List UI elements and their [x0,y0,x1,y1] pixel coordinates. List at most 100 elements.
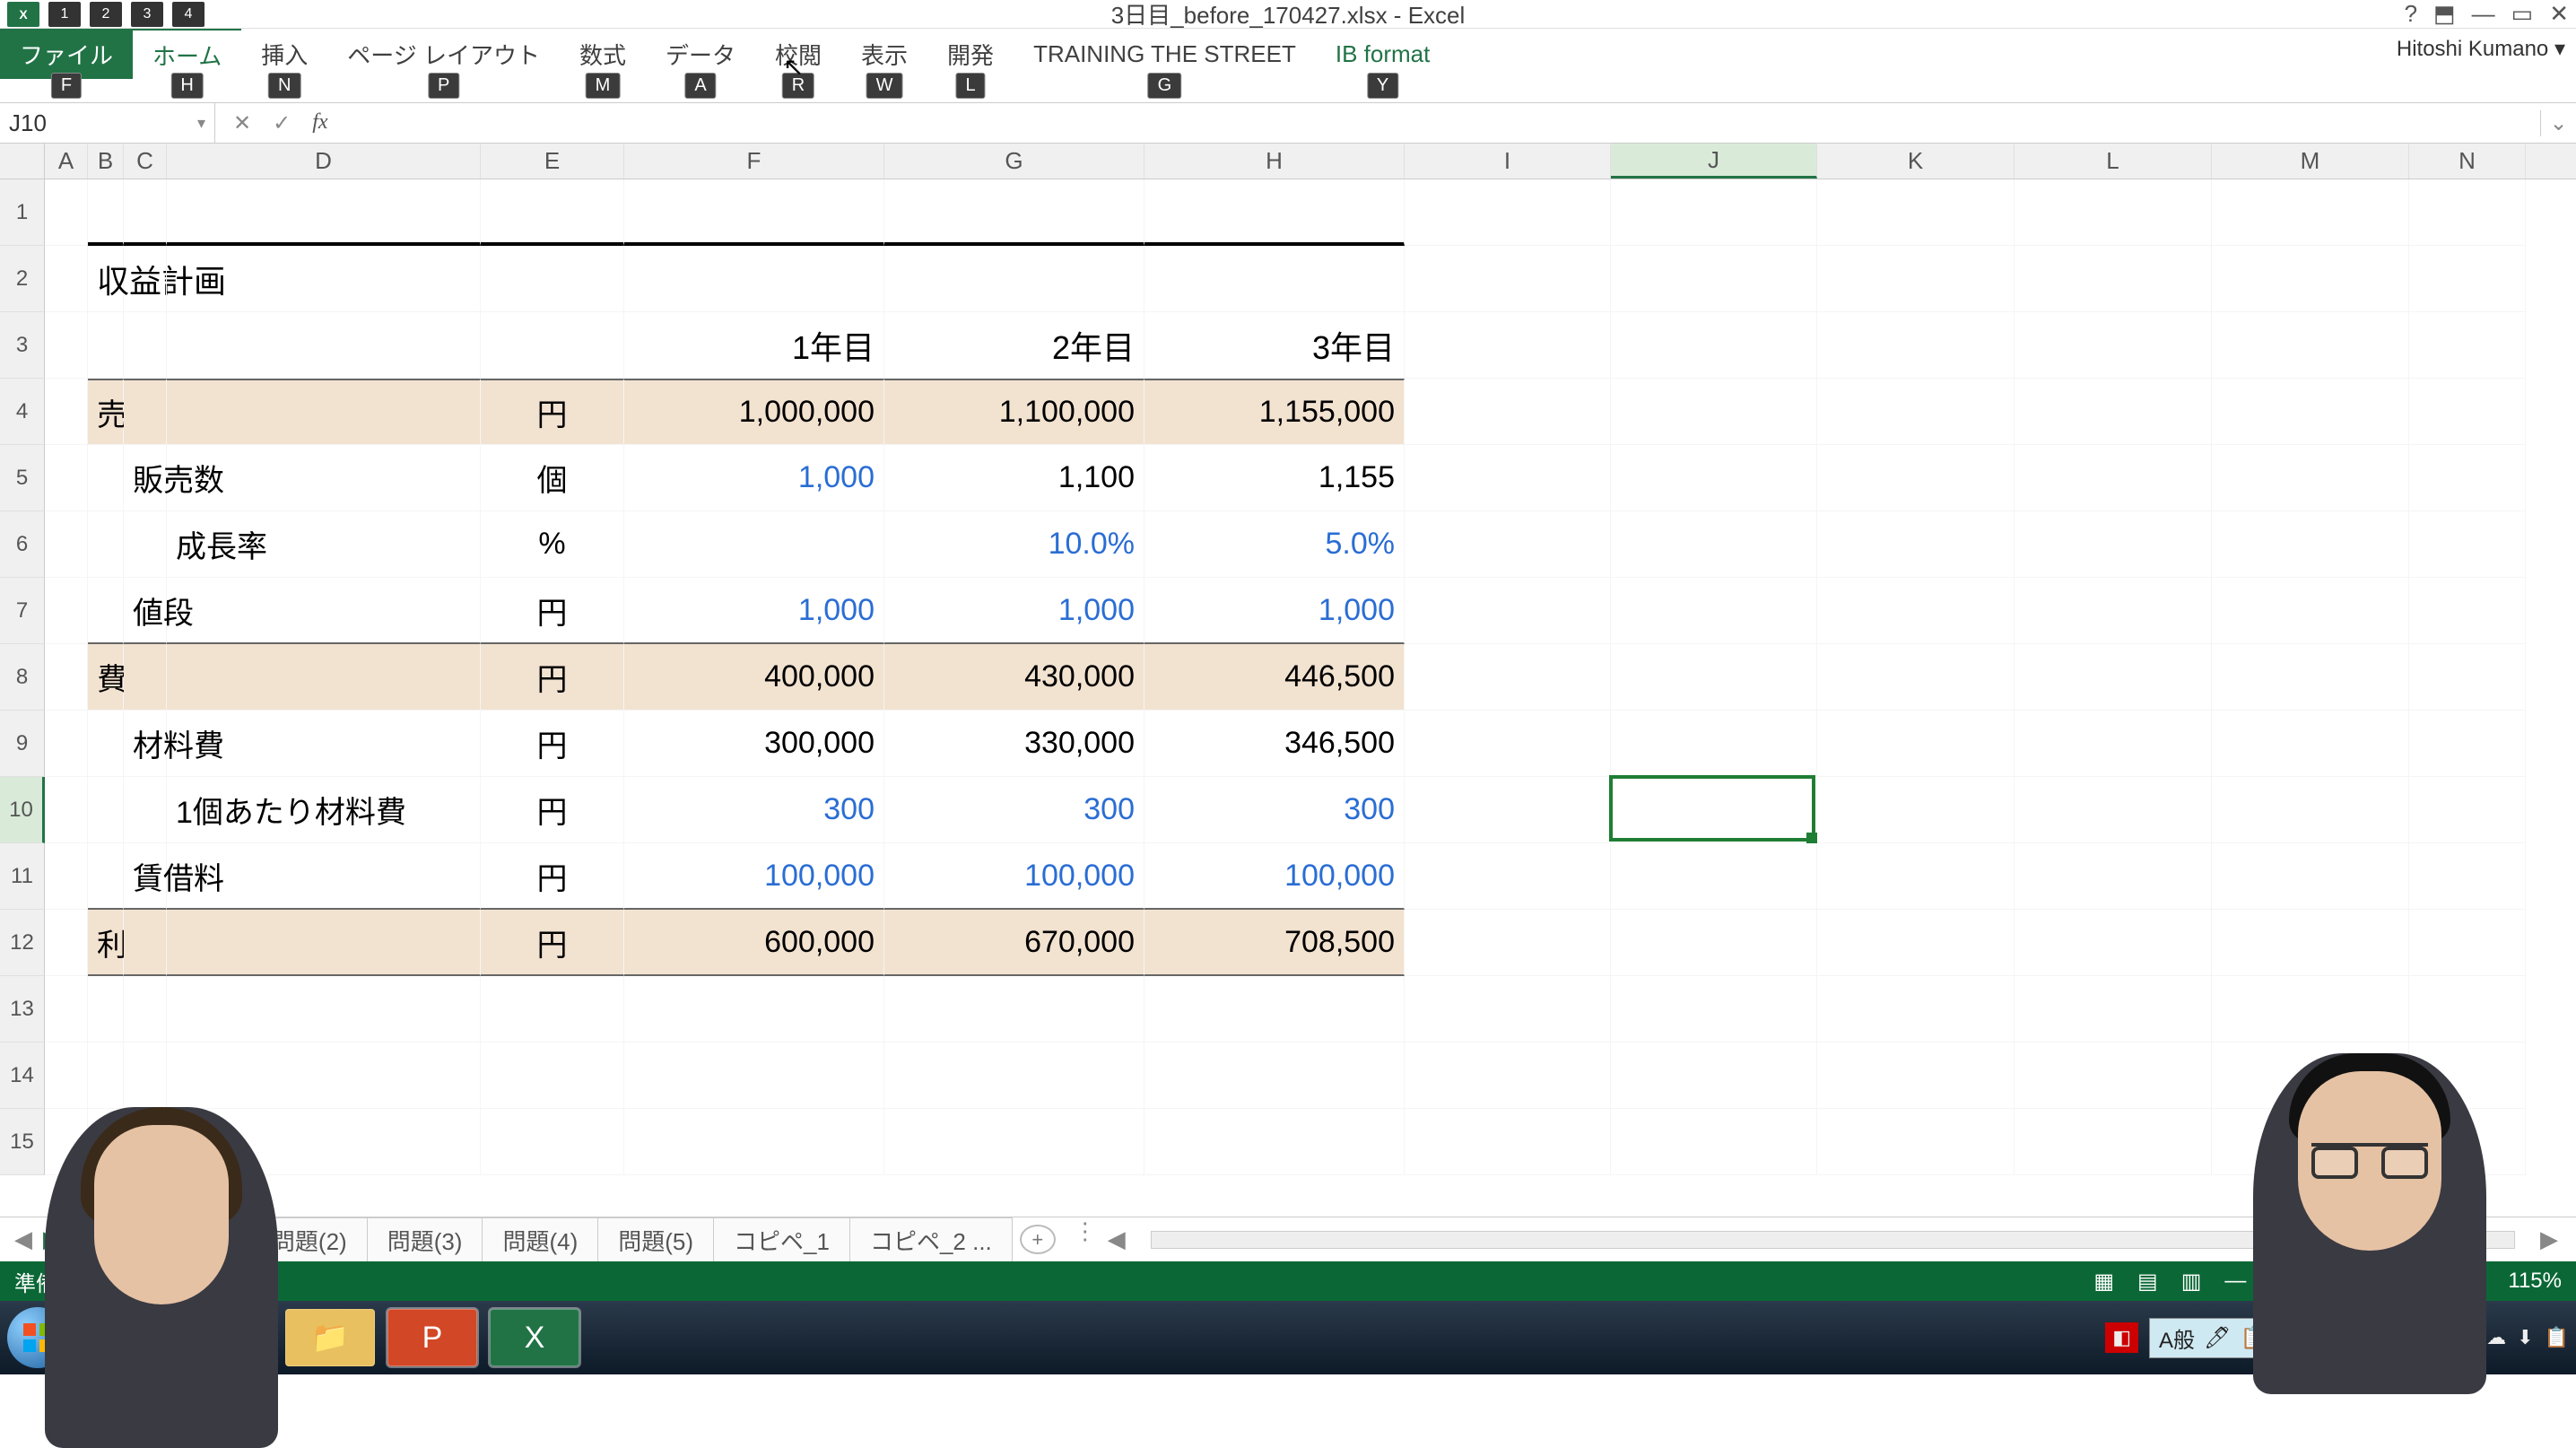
cell-D13[interactable] [167,976,481,1042]
maximize-icon[interactable]: ▭ [2511,0,2534,28]
view-page-layout-icon[interactable]: ▤ [2137,1269,2158,1295]
cell-M7[interactable] [2212,578,2409,644]
cell-D4[interactable] [167,379,481,445]
cell-G14[interactable] [884,1042,1144,1109]
cell-I9[interactable] [1405,711,1611,777]
cell-I4[interactable] [1405,379,1611,445]
taskbar-app-excel[interactable]: X [490,1309,579,1366]
cell-G10[interactable]: 300 [884,777,1144,843]
cell-L8[interactable] [2015,644,2212,711]
row-header-10[interactable]: 10 [0,777,45,843]
cell-M11[interactable] [2212,843,2409,910]
column-header-L[interactable]: L [2015,144,2212,179]
cell-G5[interactable]: 1,100 [884,445,1144,511]
cell-I13[interactable] [1405,976,1611,1042]
column-header-C[interactable]: C [124,144,167,179]
cell-K8[interactable] [1817,644,2015,711]
cell-J2[interactable] [1611,246,1817,312]
ime-icon[interactable]: 🖊 [2204,1325,2231,1351]
tray-icon[interactable]: ⬇ [2517,1326,2533,1349]
row-header-11[interactable]: 11 [0,843,45,910]
cell-H4[interactable]: 1,155,000 [1144,379,1405,445]
cell-C14[interactable] [124,1042,167,1109]
cell-A2[interactable] [45,246,88,312]
cell-I8[interactable] [1405,644,1611,711]
tray-icon[interactable]: 📋 [2545,1326,2569,1349]
cell-N8[interactable] [2409,644,2526,711]
cell-H1[interactable] [1144,179,1405,246]
cell-C11[interactable]: 賃借料 [124,843,167,910]
cell-J8[interactable] [1611,644,1817,711]
cell-L2[interactable] [2015,246,2212,312]
cell-E9[interactable]: 円 [481,711,624,777]
ribbon-tab-ページ レイアウト[interactable]: ページ レイアウトP [327,29,560,79]
cell-G3[interactable]: 2年目 [884,312,1144,379]
cell-B3[interactable] [88,312,124,379]
column-header-D[interactable]: D [167,144,481,179]
hscroll-right-icon[interactable]: ▶ [2540,1226,2558,1253]
cell-I1[interactable] [1405,179,1611,246]
cell-L9[interactable] [2015,711,2212,777]
cell-N7[interactable] [2409,578,2526,644]
cell-E6[interactable]: % [481,511,624,578]
cell-K13[interactable] [1817,976,2015,1042]
cell-E12[interactable]: 円 [481,910,624,976]
cell-K12[interactable] [1817,910,2015,976]
cell-C13[interactable] [124,976,167,1042]
cell-E15[interactable] [481,1109,624,1175]
cell-M5[interactable] [2212,445,2409,511]
ribbon-tab-IB format[interactable]: IB formatY [1316,29,1449,79]
cancel-icon[interactable]: ✕ [233,110,251,136]
cell-N12[interactable] [2409,910,2526,976]
cell-A14[interactable] [45,1042,88,1109]
sheet-nav-prev-icon[interactable]: ◀ [14,1226,32,1253]
column-header-J[interactable]: J [1611,144,1817,179]
cell-A8[interactable] [45,644,88,711]
ribbon-tab-データ[interactable]: データA [646,29,755,79]
cell-D1[interactable] [167,179,481,246]
cell-E4[interactable]: 円 [481,379,624,445]
cell-L15[interactable] [2015,1109,2212,1175]
spreadsheet-grid[interactable]: ABCDEFGHIJKLMN 12収益計画31年目2年目3年目4売上円1,000… [0,144,2576,1217]
cell-A9[interactable] [45,711,88,777]
row-header-3[interactable]: 3 [0,312,45,379]
cell-J6[interactable] [1611,511,1817,578]
sheet-tab-問題(5)[interactable]: 問題(5) [598,1217,714,1261]
cell-E11[interactable]: 円 [481,843,624,910]
sheet-tab-コピペ_2 ...[interactable]: コピペ_2 ... [850,1217,1013,1261]
cell-A5[interactable] [45,445,88,511]
cell-L4[interactable] [2015,379,2212,445]
cell-J10[interactable] [1611,777,1817,843]
cell-L10[interactable] [2015,777,2212,843]
cell-A11[interactable] [45,843,88,910]
cell-C7[interactable]: 値段 [124,578,167,644]
row-header-5[interactable]: 5 [0,445,45,511]
cell-N1[interactable] [2409,179,2526,246]
view-normal-icon[interactable]: ▦ [2093,1269,2114,1295]
ribbon-tab-TRAINING THE STREET[interactable]: TRAINING THE STREETG [1014,29,1316,79]
cell-N3[interactable] [2409,312,2526,379]
cell-C9[interactable]: 材料費 [124,711,167,777]
column-header-H[interactable]: H [1144,144,1405,179]
cell-J7[interactable] [1611,578,1817,644]
cell-F13[interactable] [624,976,884,1042]
cell-L13[interactable] [2015,976,2212,1042]
cell-A12[interactable] [45,910,88,976]
cell-G9[interactable]: 330,000 [884,711,1144,777]
cell-D6[interactable]: 成長率 [167,511,481,578]
cell-F10[interactable]: 300 [624,777,884,843]
cell-M10[interactable] [2212,777,2409,843]
cell-L7[interactable] [2015,578,2212,644]
cell-C3[interactable] [124,312,167,379]
cell-C1[interactable] [124,179,167,246]
cell-J13[interactable] [1611,976,1817,1042]
row-header-9[interactable]: 9 [0,711,45,777]
cell-K10[interactable] [1817,777,2015,843]
cell-B4[interactable]: 売上 [88,379,124,445]
qat-item-1[interactable]: 1 [48,2,81,27]
enter-icon[interactable]: ✓ [273,110,291,136]
cell-F7[interactable]: 1,000 [624,578,884,644]
row-header-6[interactable]: 6 [0,511,45,578]
cell-A13[interactable] [45,976,88,1042]
cell-F12[interactable]: 600,000 [624,910,884,976]
